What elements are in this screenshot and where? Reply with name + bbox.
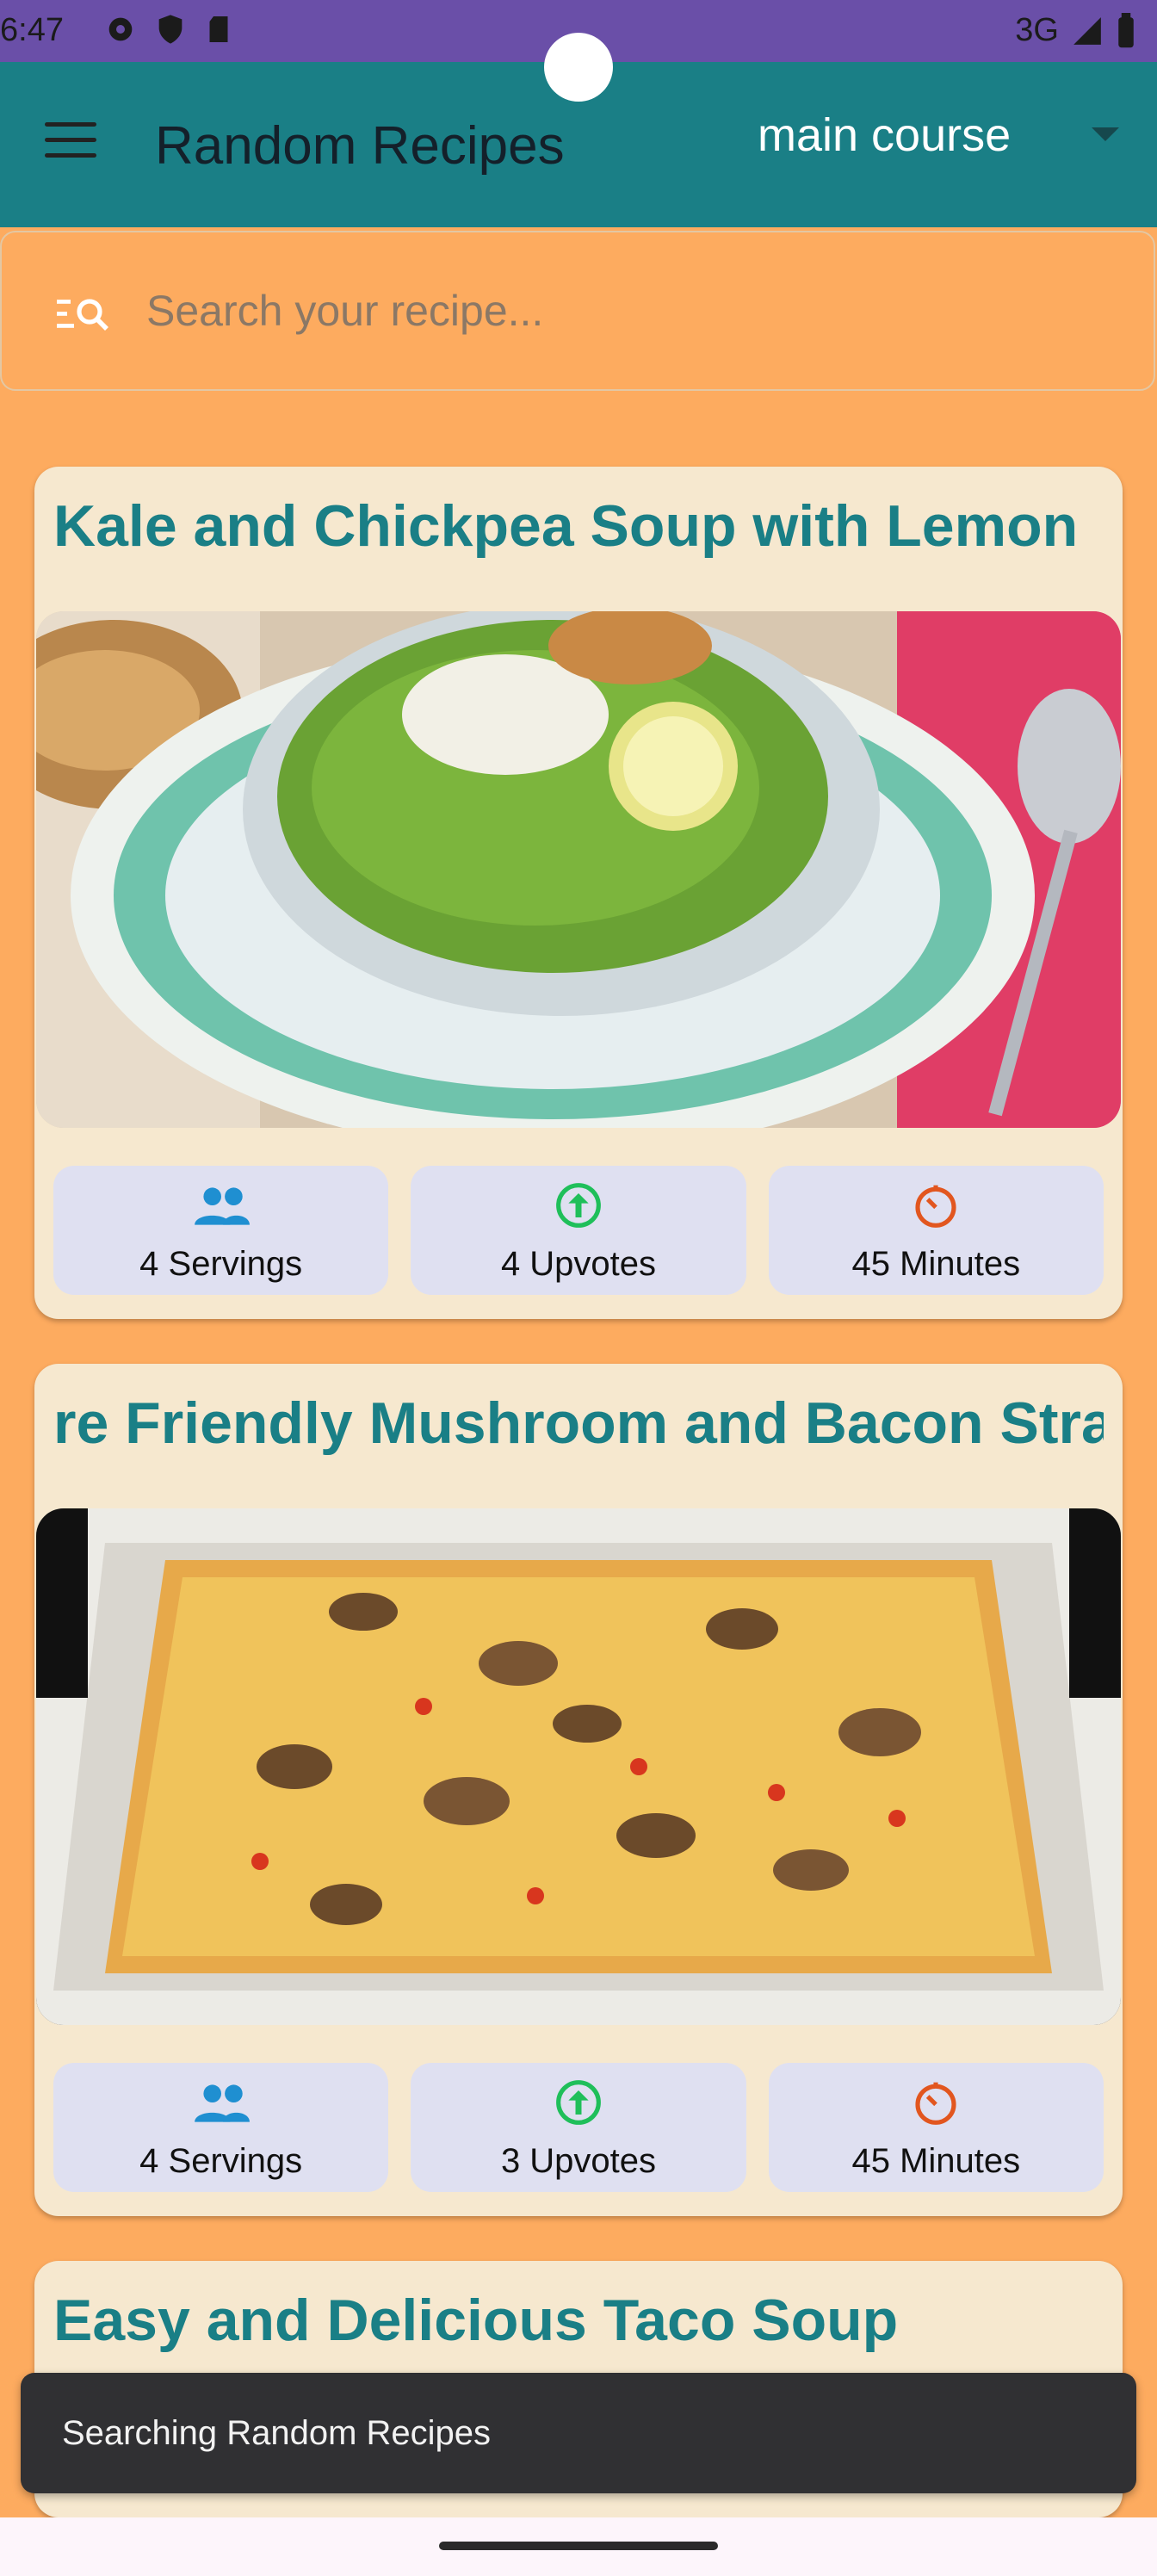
timer-icon bbox=[915, 1185, 956, 1228]
course-dropdown-value: main course bbox=[758, 109, 1012, 161]
servings-chip: 4 Servings bbox=[53, 2063, 389, 2192]
time-chip: 45 Minutes bbox=[768, 2063, 1104, 2192]
app-title: Random Recipes bbox=[155, 116, 565, 176]
dropdown-arrow-icon bbox=[1092, 127, 1119, 141]
network-type: 3G bbox=[1015, 12, 1059, 48]
search-input[interactable]: Search your recipe... bbox=[146, 286, 543, 336]
timer-icon bbox=[915, 2082, 956, 2125]
recipe-stats: 4 Servings 3 Upvotes 45 Minutes bbox=[53, 2063, 1104, 2192]
recipe-image bbox=[36, 1508, 1121, 2025]
sd-card-icon bbox=[209, 16, 228, 42]
upvotes-label: 4 Upvotes bbox=[500, 1245, 657, 1283]
recipe-title: re Friendly Mushroom and Bacon Stra bbox=[53, 1390, 1104, 1456]
signal-icon bbox=[1073, 16, 1101, 45]
snackbar-text: Searching Random Recipes bbox=[62, 2414, 492, 2452]
recipe-title: Easy and Delicious Taco Soup bbox=[53, 2288, 899, 2353]
servings-label: 4 Servings bbox=[139, 1245, 303, 1283]
search-list-icon bbox=[57, 299, 108, 331]
shield-icon bbox=[158, 15, 183, 44]
upvotes-label: 3 Upvotes bbox=[500, 2142, 657, 2180]
recipe-title: Kale and Chickpea Soup with Lemon bbox=[53, 493, 1079, 559]
upvotes-chip: 4 Upvotes bbox=[411, 1166, 746, 1295]
time-chip: 45 Minutes bbox=[768, 1166, 1104, 1295]
navigation-bar bbox=[0, 2517, 1157, 2576]
status-time: 6:47 bbox=[0, 12, 64, 48]
time-label: 45 Minutes bbox=[851, 1245, 1021, 1283]
upvotes-chip: 3 Upvotes bbox=[411, 2063, 746, 2192]
search-bar[interactable]: Search your recipe... bbox=[0, 231, 1155, 391]
arrow-up-circle-icon bbox=[556, 2080, 601, 2125]
battery-icon bbox=[1118, 12, 1134, 47]
servings-label: 4 Servings bbox=[139, 2142, 303, 2180]
time-label: 45 Minutes bbox=[851, 2142, 1021, 2180]
main-content: Search your recipe... Kale and Chickpea … bbox=[0, 227, 1157, 2517]
settings-icon bbox=[108, 17, 133, 41]
course-dropdown[interactable]: main course bbox=[758, 108, 1119, 169]
home-gesture-handle[interactable] bbox=[439, 2542, 718, 2550]
camera-cutout bbox=[544, 33, 613, 102]
recipe-card[interactable]: Kale and Chickpea Soup with Lemon 4 Serv… bbox=[34, 467, 1123, 1319]
menu-icon[interactable] bbox=[45, 122, 96, 167]
snackbar: Searching Random Recipes bbox=[21, 2373, 1136, 2493]
recipe-card[interactable]: re Friendly Mushroom and Bacon Stra 4 Se… bbox=[34, 1364, 1123, 2216]
arrow-up-circle-icon bbox=[556, 1183, 601, 1228]
people-icon bbox=[194, 1187, 250, 1225]
recipe-image bbox=[36, 611, 1121, 1128]
servings-chip: 4 Servings bbox=[53, 1166, 389, 1295]
people-icon bbox=[194, 2084, 250, 2122]
recipe-stats: 4 Servings 4 Upvotes 45 Minutes bbox=[53, 1166, 1104, 1295]
